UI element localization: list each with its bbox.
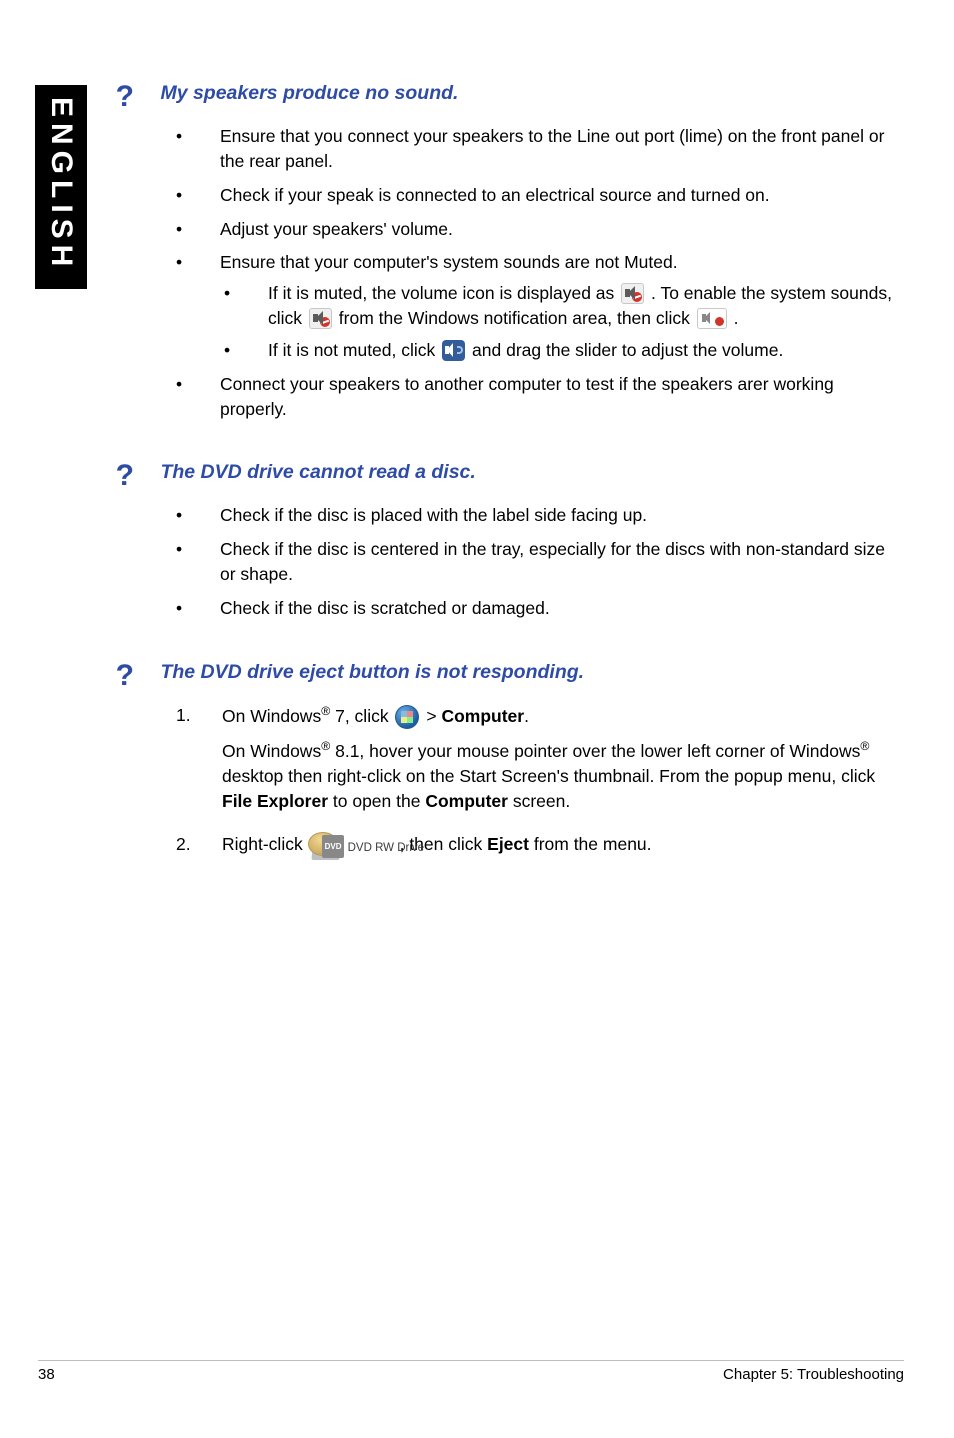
t: 8.1, hover your mouse pointer over the l…: [330, 741, 860, 761]
language-tab: ENGLISH: [35, 85, 87, 289]
start-menu-icon: [395, 705, 419, 729]
item-text: Ensure that your computer's system sound…: [220, 252, 678, 272]
chapter-title: Chapter 5: Troubleshooting: [723, 1366, 904, 1383]
t: 7, click: [330, 706, 388, 726]
item-text: On Windows® 8.1, hover your mouse pointe…: [222, 741, 875, 811]
faq-section-dvd-read: ? The DVD drive cannot read a disc. Chec…: [110, 461, 900, 620]
t: .: [524, 706, 529, 726]
computer-label: Computer: [441, 706, 524, 726]
list-item: 2. Right-click DVD DVD RW Drive , then c…: [172, 832, 900, 862]
t: from the menu.: [529, 834, 652, 854]
computer-label: Computer: [425, 791, 508, 811]
speaker-muted-icon: [621, 283, 644, 304]
faq-title: My speakers produce no sound.: [160, 82, 458, 105]
reg-mark: ®: [321, 704, 330, 718]
page-content: ? My speakers produce no sound. Ensure t…: [110, 82, 900, 902]
item-text: If it is not muted, click: [268, 340, 435, 360]
faq-heading: ? The DVD drive eject button is not resp…: [110, 661, 900, 691]
item-text: and drag the slider to adjust the volume…: [472, 340, 783, 360]
step-number: 2.: [176, 832, 191, 857]
item-text: .: [734, 308, 739, 328]
list-item: Check if the disc is placed with the lab…: [172, 503, 900, 528]
t: to open the: [328, 791, 425, 811]
bullet-list: Check if the disc is placed with the lab…: [172, 503, 900, 620]
list-item: Ensure that your computer's system sound…: [172, 250, 900, 362]
speaker-volume-icon: [442, 340, 465, 361]
page-number: 38: [38, 1366, 55, 1383]
item-text: If it is muted, the volume icon is displ…: [268, 283, 614, 303]
item-text: Check if your speak is connected to an e…: [220, 185, 770, 205]
question-mark-icon: ?: [110, 82, 134, 112]
faq-section-dvd-eject: ? The DVD drive eject button is not resp…: [110, 661, 900, 862]
list-item: Connect your speakers to another compute…: [172, 372, 900, 422]
dvd-drive-icon: DVD DVD RW Drive: [308, 832, 400, 862]
item-text: Check if the disc is placed with the lab…: [220, 505, 647, 525]
t: Right-click: [222, 834, 303, 854]
page-footer: 38 Chapter 5: Troubleshooting: [38, 1360, 904, 1383]
faq-title: The DVD drive eject button is not respon…: [160, 661, 584, 684]
list-item: Check if the disc is scratched or damage…: [172, 596, 900, 621]
faq-heading: ? My speakers produce no sound.: [110, 82, 900, 112]
file-explorer-label: File Explorer: [222, 791, 328, 811]
language-label: ENGLISH: [44, 97, 78, 272]
reg-mark: ®: [321, 740, 330, 754]
list-item: Check if the disc is centered in the tra…: [172, 537, 900, 587]
sub-bullet-list: If it is muted, the volume icon is displ…: [220, 281, 900, 363]
question-mark-icon: ?: [110, 661, 134, 691]
faq-heading: ? The DVD drive cannot read a disc.: [110, 461, 900, 491]
speaker-tray-muted-icon: [697, 308, 727, 329]
item-text: Check if the disc is centered in the tra…: [220, 539, 885, 584]
faq-title: The DVD drive cannot read a disc.: [160, 461, 475, 484]
drive-label: DVD RW Drive: [348, 838, 424, 859]
list-item: 1. On Windows® 7, click > Computer. On W…: [172, 703, 900, 814]
list-item: If it is not muted, click and drag the s…: [220, 338, 900, 363]
t: On Windows: [222, 741, 321, 761]
list-item: Ensure that you connect your speakers to…: [172, 124, 900, 174]
item-text: Right-click DVD DVD RW Drive , then clic…: [222, 834, 652, 854]
reg-mark: ®: [860, 740, 869, 754]
item-text: On Windows® 7, click > Computer.: [222, 706, 529, 726]
list-item: Adjust your speakers' volume.: [172, 217, 900, 242]
item-text: from the Windows notification area, then…: [339, 308, 690, 328]
t: On Windows: [222, 706, 321, 726]
speaker-muted-icon: [309, 308, 332, 329]
step-number: 1.: [176, 703, 191, 728]
bullet-list: Ensure that you connect your speakers to…: [172, 124, 900, 421]
t: desktop then right-click on the Start Sc…: [222, 766, 875, 786]
dvd-badge: DVD: [322, 835, 345, 858]
t: screen.: [508, 791, 570, 811]
numbered-list: 1. On Windows® 7, click > Computer. On W…: [172, 703, 900, 862]
list-item: If it is muted, the volume icon is displ…: [220, 281, 900, 331]
question-mark-icon: ?: [110, 461, 134, 491]
item-text: Adjust your speakers' volume.: [220, 219, 453, 239]
item-text: Check if the disc is scratched or damage…: [220, 598, 550, 618]
t: >: [421, 706, 436, 726]
list-item: Check if your speak is connected to an e…: [172, 183, 900, 208]
item-text: Connect your speakers to another compute…: [220, 374, 834, 419]
faq-section-speakers: ? My speakers produce no sound. Ensure t…: [110, 82, 900, 421]
item-text: Ensure that you connect your speakers to…: [220, 126, 884, 171]
eject-label: Eject: [487, 834, 529, 854]
